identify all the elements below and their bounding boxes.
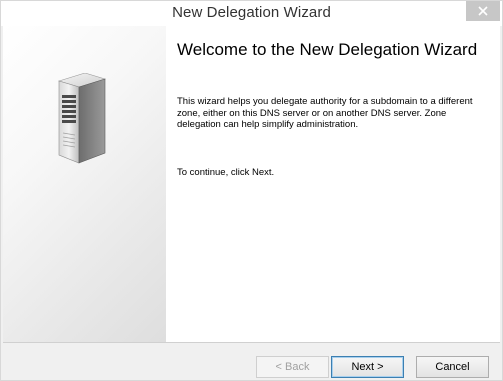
- wizard-content: Welcome to the New Delegation Wizard Thi…: [3, 26, 500, 342]
- close-button[interactable]: [466, 1, 500, 21]
- cancel-button[interactable]: Cancel: [416, 356, 489, 378]
- server-tower-icon: [55, 72, 109, 170]
- next-button[interactable]: Next >: [331, 356, 404, 378]
- close-icon: [478, 6, 488, 16]
- window-title: New Delegation Wizard: [172, 4, 331, 21]
- back-button[interactable]: < Back: [256, 356, 329, 378]
- wizard-main-panel: Welcome to the New Delegation Wizard Thi…: [166, 26, 500, 342]
- wizard-window: New Delegation Wizard Welcome to the New…: [0, 0, 503, 381]
- wizard-side-panel: [3, 26, 166, 342]
- wizard-footer: < Back Next > Cancel: [3, 343, 500, 380]
- continue-instruction: To continue, click Next.: [177, 167, 275, 178]
- wizard-description: This wizard helps you delegate authority…: [177, 96, 473, 130]
- wizard-heading: Welcome to the New Delegation Wizard: [177, 40, 478, 59]
- title-bar[interactable]: New Delegation Wizard: [1, 1, 502, 26]
